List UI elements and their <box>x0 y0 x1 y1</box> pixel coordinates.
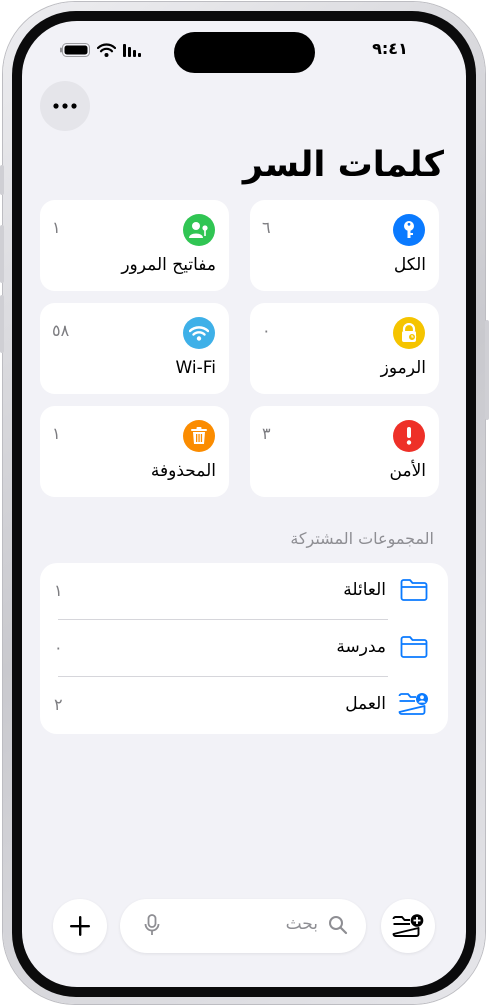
category-card-security[interactable]: ٣ الأمن <box>250 406 439 497</box>
group-row-family[interactable]: العائلة ١ <box>40 563 448 619</box>
group-label: العمل <box>345 694 386 714</box>
side-button-volume-up <box>0 225 4 283</box>
category-count: ٣ <box>262 424 271 443</box>
screen: ٩:٤١ كلمات السر ٦ الكل ١ مفاتيح المرور ٠… <box>22 21 466 987</box>
folder-icon <box>400 636 428 658</box>
wifi-status-icon <box>97 43 116 57</box>
key-icon <box>393 214 425 246</box>
category-card-deleted[interactable]: ١ المحذوفة <box>40 406 229 497</box>
new-group-button[interactable] <box>381 899 435 953</box>
category-card-wifi[interactable]: ٥٨ Wi-Fi <box>40 303 229 394</box>
search-field[interactable]: بحث <box>120 899 366 953</box>
category-card-all[interactable]: ٦ الكل <box>250 200 439 291</box>
category-label: الأمن <box>389 461 426 481</box>
shared-groups-list: العائلة ١ مدرسة ٠ العمل ٢ <box>40 563 448 734</box>
search-icon <box>329 916 348 935</box>
trash-icon <box>183 420 215 452</box>
group-row-work[interactable]: العمل ٢ <box>40 677 448 733</box>
category-label: Wi-Fi <box>175 358 216 378</box>
category-count: ٠ <box>262 321 271 340</box>
category-count: ٦ <box>262 218 271 237</box>
more-options-button[interactable] <box>40 81 90 131</box>
exclamation-icon <box>393 420 425 452</box>
group-label: العائلة <box>343 580 386 600</box>
category-count: ١ <box>52 424 61 443</box>
wifi-icon <box>183 317 215 349</box>
cellular-signal-icon <box>123 43 141 57</box>
side-button-volume-down <box>0 295 4 353</box>
category-label: المحذوفة <box>150 461 216 481</box>
group-label: مدرسة <box>336 637 386 657</box>
category-label: الرموز <box>380 358 426 378</box>
microphone-icon[interactable] <box>144 914 160 936</box>
group-count: ٢ <box>54 695 63 714</box>
side-button-power <box>485 320 489 420</box>
folder-person-icon <box>398 693 428 715</box>
category-label: الكل <box>393 255 426 275</box>
category-label: مفاتيح المرور <box>121 255 216 275</box>
battery-icon <box>60 43 90 57</box>
section-header-shared-groups: المجموعات المشتركة <box>290 529 434 548</box>
dynamic-island <box>174 32 315 73</box>
category-card-codes[interactable]: ٠ الرموز <box>250 303 439 394</box>
category-count: ٥٨ <box>52 321 70 340</box>
person-key-icon <box>183 214 215 246</box>
category-card-passkeys[interactable]: ١ مفاتيح المرور <box>40 200 229 291</box>
category-count: ١ <box>52 218 61 237</box>
status-icons <box>60 43 143 57</box>
status-time: ٩:٤١ <box>372 39 408 58</box>
ellipsis-icon <box>53 103 77 109</box>
group-count: ٠ <box>54 638 63 657</box>
folder-add-icon <box>392 914 424 937</box>
add-button[interactable] <box>53 899 107 953</box>
group-count: ١ <box>54 581 63 600</box>
lock-clock-icon <box>393 317 425 349</box>
side-button-action <box>0 165 4 195</box>
folder-icon <box>400 579 428 601</box>
group-row-school[interactable]: مدرسة ٠ <box>40 620 448 676</box>
page-title: كلمات السر <box>242 145 444 185</box>
search-placeholder: بحث <box>285 914 318 934</box>
plus-icon <box>70 916 90 936</box>
